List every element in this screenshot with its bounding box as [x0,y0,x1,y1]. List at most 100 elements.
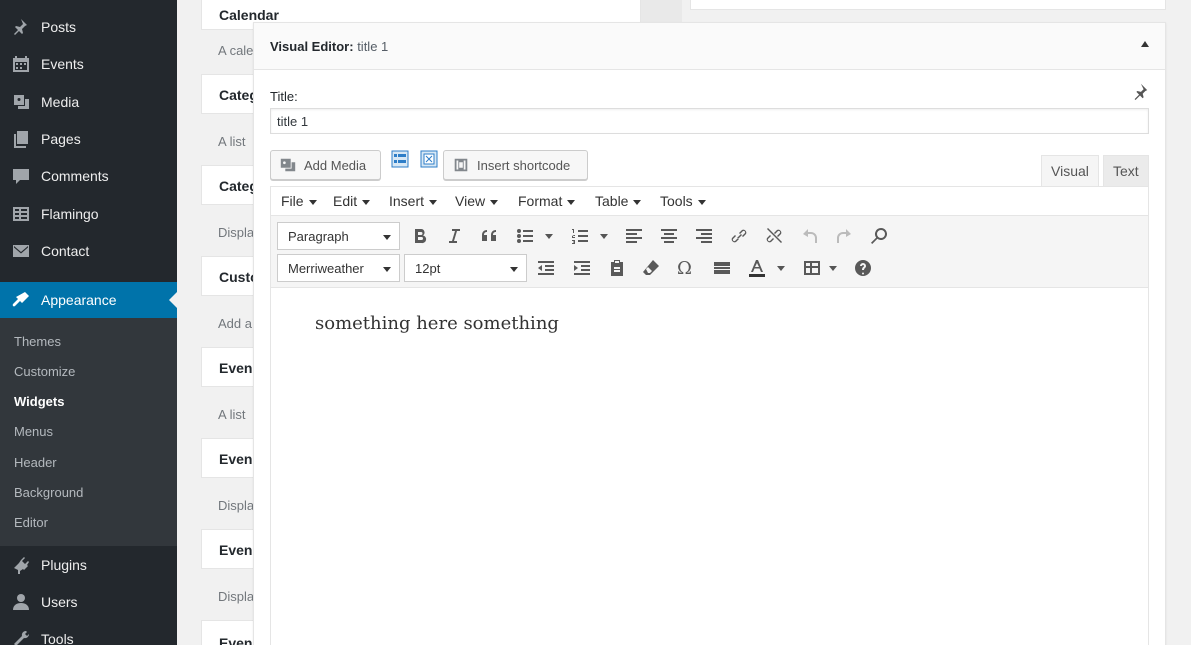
chevron-down-icon[interactable] [829,266,837,271]
font-size-select[interactable]: 12pt [404,254,527,282]
submenu-item-header[interactable]: Header [14,455,57,470]
sidebar-item-users[interactable]: Users [0,584,177,620]
add-media-button[interactable]: Add Media [270,150,381,180]
sidebar-item-label: Media [41,94,80,110]
flamingo-icon [10,204,32,224]
menu-file[interactable]: File [281,193,317,209]
sidebar-item-label: Contact [41,243,90,259]
tools-icon [10,629,32,645]
editor-toolbar: Paragraph Merriweather 12pt Ω [271,216,1148,288]
blockquote-icon[interactable] [477,224,501,248]
chevron-down-icon[interactable] [600,234,608,239]
title-input[interactable] [270,108,1149,134]
sidebar-item-comments[interactable]: Comments [0,158,177,194]
sidebar-item-label: Posts [41,19,77,35]
numbered-list-icon[interactable] [568,224,592,248]
appearance-submenu: Themes Customize Widgets Menus Header Ba… [0,318,177,546]
submenu-item-menus[interactable]: Menus [14,424,53,439]
menu-edit[interactable]: Edit [333,193,370,209]
sidebar-item-events[interactable]: Events [0,46,177,82]
tinymce-editor: File Edit Insert View Format Table Tools… [270,186,1149,645]
widget-title: Even [219,635,253,645]
widget-desc: Displa [218,498,255,513]
special-character-icon[interactable]: Ω [677,258,692,279]
submenu-item-editor[interactable]: Editor [14,515,48,530]
sidebar-item-pages[interactable]: Pages [0,121,177,157]
menu-table[interactable]: Table [595,193,641,209]
sidebar-area-strip [635,0,682,22]
sidebar-item-flamingo[interactable]: Flamingo [0,196,177,232]
pages-icon [10,129,32,149]
sidebar-item-label: Tools [41,631,74,645]
mail-icon [10,241,32,261]
calendar-icon [10,54,32,74]
widget-header-title: Visual Editor: title 1 [270,39,389,54]
close-box-icon[interactable] [420,150,438,168]
link-icon[interactable] [727,224,751,248]
table-icon[interactable] [800,256,824,280]
align-right-icon[interactable] [692,224,716,248]
sidebar-item-plugins[interactable]: Plugins [0,547,177,583]
sidebar-item-appearance[interactable]: Appearance [0,282,177,318]
widget-desc: Add a [218,316,252,331]
widget-desc: A cale [218,43,254,58]
form-layout-icon[interactable] [391,150,409,168]
admin-sidebar: Posts Events Media Pages Comments Flamin… [0,0,177,645]
redo-icon[interactable] [832,224,856,248]
sidebar-item-contact[interactable]: Contact [0,233,177,269]
clear-formatting-icon[interactable] [639,256,663,280]
submenu-item-customize[interactable]: Customize [14,364,75,379]
italic-icon[interactable] [442,224,466,248]
text-color-icon[interactable] [745,256,769,280]
tab-text[interactable]: Text [1103,155,1149,187]
chevron-down-icon[interactable] [545,234,553,239]
outdent-icon[interactable] [534,256,558,280]
horizontal-line-icon[interactable] [710,256,734,280]
title-label: Title: [270,89,298,104]
submenu-item-widgets[interactable]: Widgets [14,394,64,409]
indent-icon[interactable] [570,256,594,280]
menu-insert[interactable]: Insert [389,193,437,209]
widget-header-name: title 1 [357,39,389,54]
sidebar-item-label: Comments [41,168,109,184]
add-media-icon [280,158,296,172]
collapse-arrow-icon[interactable] [1141,41,1149,47]
sidebar-item-media[interactable]: Media [0,84,177,120]
editor-menubar: File Edit Insert View Format Table Tools [271,187,1148,216]
help-icon[interactable] [851,256,875,280]
search-replace-icon[interactable] [867,224,891,248]
media-icon [10,92,32,112]
insert-shortcode-button[interactable]: Insert shortcode [443,150,588,180]
format-select[interactable]: Paragraph [277,222,400,250]
sidebar-item-label: Pages [41,131,81,147]
unlink-icon[interactable] [762,224,786,248]
tab-visual[interactable]: Visual [1041,155,1099,187]
align-center-icon[interactable] [657,224,681,248]
editor-content[interactable]: something here something [315,313,559,334]
bold-icon[interactable] [408,224,432,248]
menu-view[interactable]: View [455,193,498,209]
chevron-down-icon[interactable] [777,266,785,271]
align-left-icon[interactable] [622,224,646,248]
widget-desc: A list [218,407,246,422]
submenu-item-themes[interactable]: Themes [14,334,61,349]
sidebar-item-posts[interactable]: Posts [0,9,177,45]
submenu-item-background[interactable]: Background [14,485,83,500]
widget-title: Even [219,360,253,376]
widget-title: Calendar [219,7,279,23]
font-family-select[interactable]: Merriweather [277,254,400,282]
widget-desc: Displa [218,589,255,604]
menu-tools[interactable]: Tools [660,193,706,209]
widget-desc: A list [218,134,246,149]
menu-format[interactable]: Format [518,193,575,209]
undo-icon[interactable] [798,224,822,248]
sidebar-item-tools[interactable]: Tools [0,621,177,645]
widget-header[interactable]: Visual Editor: title 1 [254,23,1165,70]
bullet-list-icon[interactable] [513,224,537,248]
pushpin-icon[interactable] [1131,82,1149,100]
sidebar-item-label: Users [41,594,78,610]
users-icon [10,592,32,612]
paste-icon[interactable] [605,256,629,280]
brush-icon [10,290,32,310]
pushpin-icon [10,17,32,37]
